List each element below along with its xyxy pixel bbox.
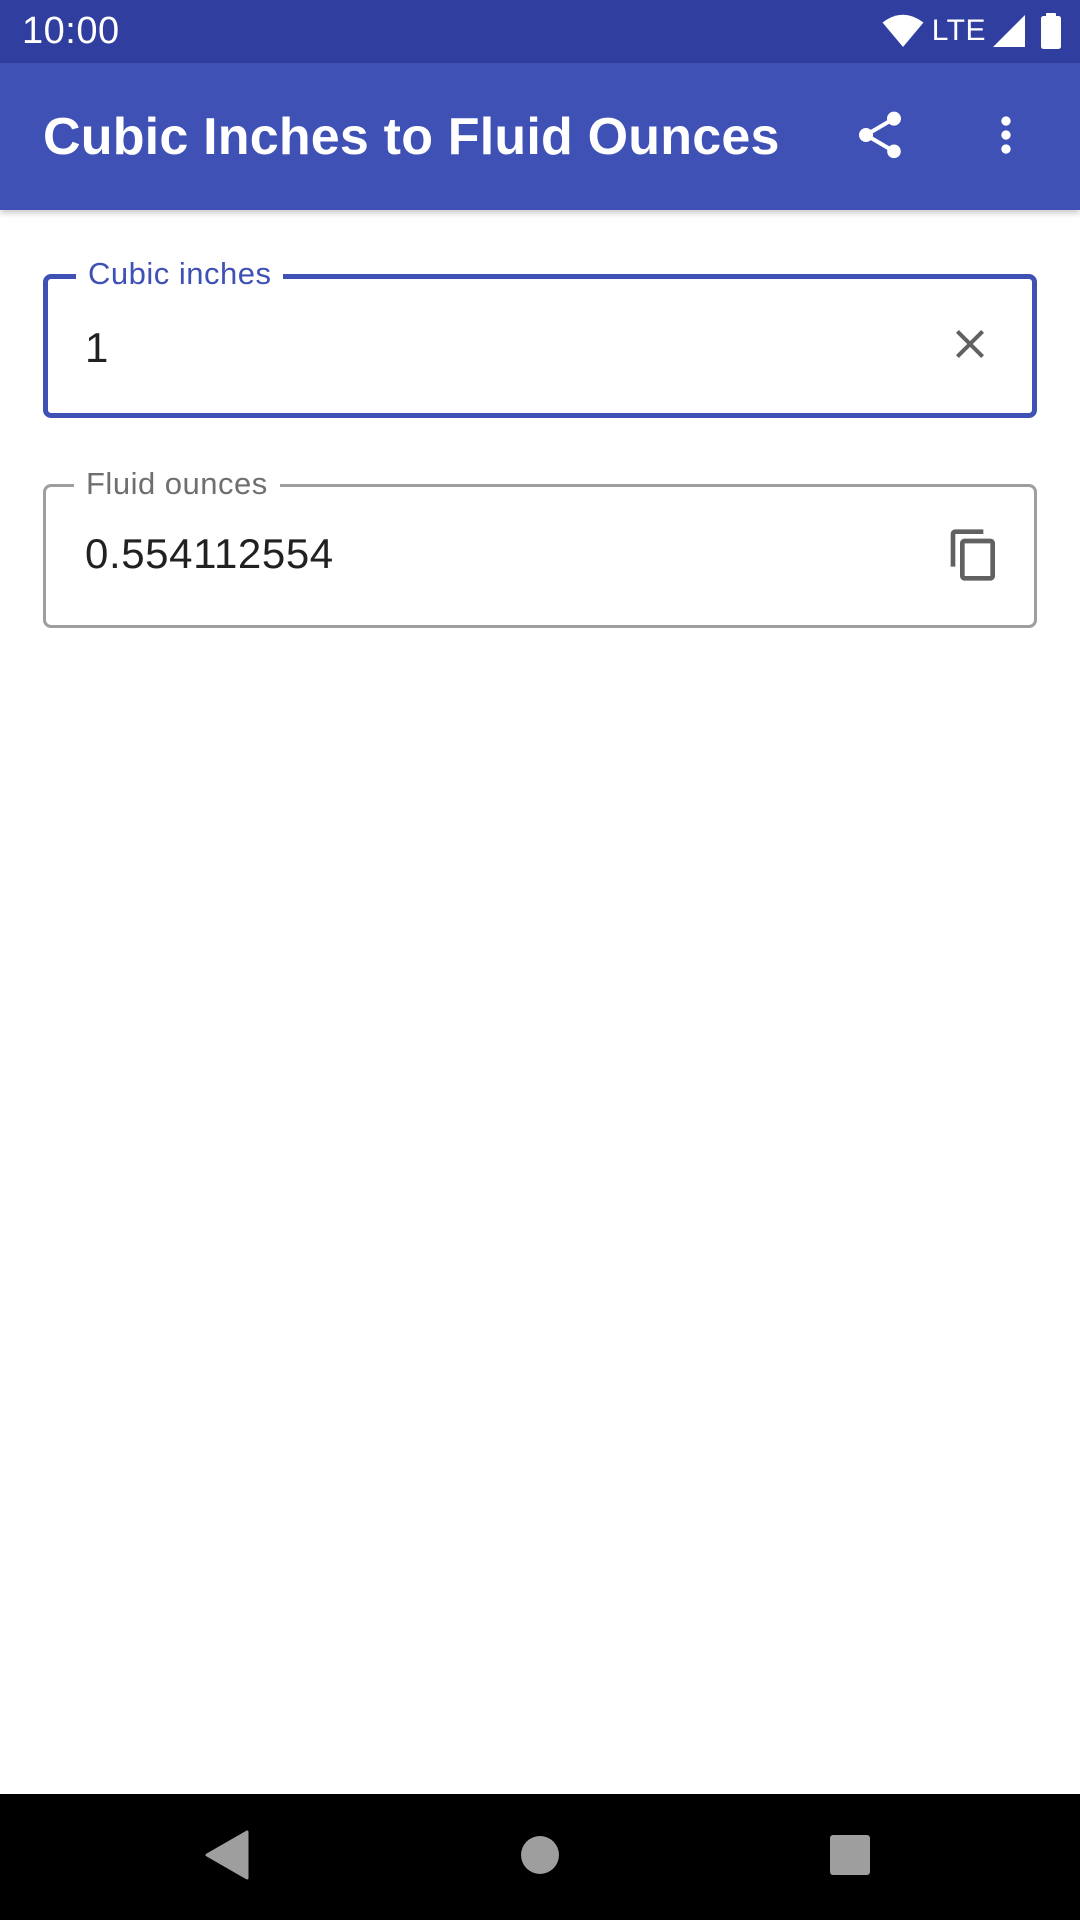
screen: 10:00 LTE Cubic Inches to Fluid Ounces C…	[0, 0, 1080, 1920]
cell-signal-icon	[992, 14, 1026, 48]
home-icon	[520, 1835, 560, 1880]
more-options-button[interactable]	[972, 103, 1040, 171]
share-button[interactable]	[846, 103, 914, 171]
cubic-inches-input[interactable]: 1	[85, 323, 109, 373]
status-icons: LTE	[882, 12, 1062, 50]
status-bar: 10:00 LTE	[0, 0, 1080, 63]
recents-button[interactable]	[817, 1824, 883, 1890]
battery-icon	[1040, 13, 1062, 49]
cubic-inches-field[interactable]: Cubic inches 1	[43, 255, 1037, 418]
more-vert-icon	[978, 107, 1034, 168]
wifi-icon	[882, 14, 924, 48]
back-icon	[203, 1830, 249, 1885]
app-title: Cubic Inches to Fluid Ounces	[43, 108, 780, 166]
copy-button[interactable]	[944, 527, 1004, 587]
fluid-ounces-label: Fluid ounces	[74, 465, 280, 503]
navigation-bar	[0, 1794, 1080, 1920]
recents-icon	[829, 1834, 871, 1881]
clear-button[interactable]	[940, 316, 1000, 376]
copy-icon	[946, 527, 1002, 588]
fluid-ounces-value[interactable]: 0.554112554	[85, 529, 334, 579]
status-time: 10:00	[22, 10, 120, 52]
network-type-label: LTE	[931, 14, 986, 47]
home-button[interactable]	[507, 1824, 573, 1890]
clear-icon	[946, 320, 994, 373]
share-icon	[852, 107, 908, 168]
cubic-inches-label: Cubic inches	[76, 255, 284, 293]
back-button[interactable]	[193, 1824, 259, 1890]
fluid-ounces-field[interactable]: Fluid ounces 0.554112554	[43, 465, 1037, 628]
app-bar: Cubic Inches to Fluid Ounces	[0, 63, 1080, 210]
